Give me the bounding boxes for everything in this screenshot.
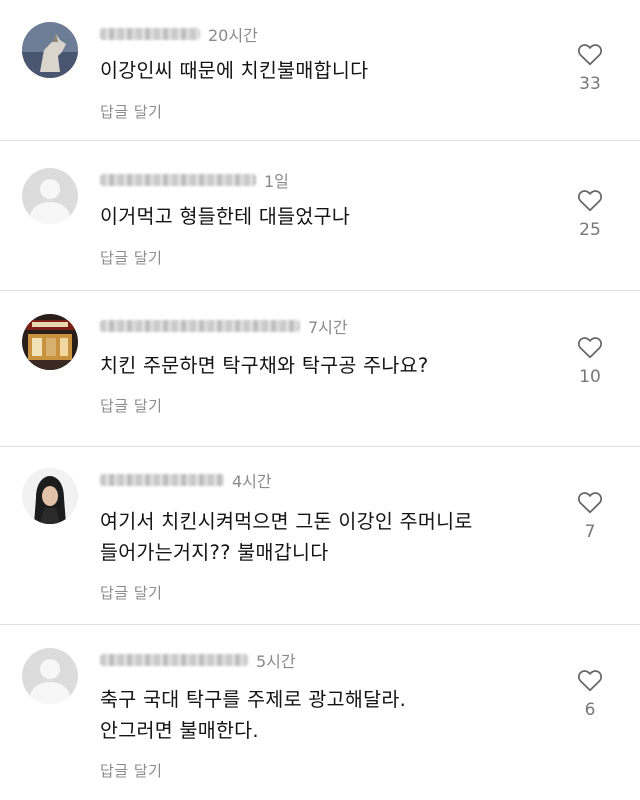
like-count: 25 <box>579 220 601 240</box>
reply-button[interactable]: 답글 달기 <box>100 247 162 268</box>
timestamp: 5시간 <box>256 652 296 671</box>
comment-text: 이강인씨 때문에 치킨불매합니다 <box>100 59 369 82</box>
username[interactable] <box>100 28 200 40</box>
comment-list: 20시간 이강인씨 때문에 치킨불매합니다 답글 달기 33 1일 이거먹고 형… <box>0 0 640 800</box>
divider <box>0 624 640 625</box>
heart-icon[interactable] <box>577 335 603 359</box>
username[interactable] <box>100 474 224 486</box>
reply-button[interactable]: 답글 달기 <box>100 582 162 603</box>
comment-text: 축구 국대 탁구를 주제로 광고해달라. 안그러면 불매한다. <box>100 688 407 742</box>
heart-icon[interactable] <box>577 42 603 66</box>
divider <box>0 140 640 141</box>
username[interactable] <box>100 174 256 186</box>
username[interactable] <box>100 654 248 666</box>
heart-icon[interactable] <box>577 188 603 212</box>
default-user-icon <box>40 179 60 199</box>
avatar[interactable] <box>22 468 78 524</box>
reply-button[interactable]: 답글 달기 <box>100 395 162 416</box>
divider <box>0 446 640 447</box>
heart-icon[interactable] <box>577 490 603 514</box>
avatar[interactable] <box>22 314 78 370</box>
timestamp: 20시간 <box>208 26 258 45</box>
like-count: 7 <box>584 522 596 542</box>
like-count: 33 <box>579 74 601 94</box>
timestamp: 7시간 <box>308 318 348 337</box>
like-count: 6 <box>584 700 596 720</box>
reply-button[interactable]: 답글 달기 <box>100 760 162 781</box>
comment-text: 치킨 주문하면 탁구채와 탁구공 주나요? <box>100 354 429 377</box>
avatar[interactable] <box>22 648 78 704</box>
default-user-icon <box>40 659 60 679</box>
like-count: 10 <box>579 367 601 387</box>
comment-text: 여기서 치킨시켜먹으면 그돈 이강인 주머니로 들어가는거지?? 불매갑니다 <box>100 510 473 564</box>
heart-icon[interactable] <box>577 668 603 692</box>
timestamp: 1일 <box>264 172 289 191</box>
username[interactable] <box>100 320 300 332</box>
timestamp: 4시간 <box>232 472 272 491</box>
avatar[interactable] <box>22 168 78 224</box>
avatar[interactable] <box>22 22 78 78</box>
divider <box>0 290 640 291</box>
comment-text: 이거먹고 형들한테 대들었구나 <box>100 205 351 228</box>
reply-button[interactable]: 답글 달기 <box>100 101 162 122</box>
